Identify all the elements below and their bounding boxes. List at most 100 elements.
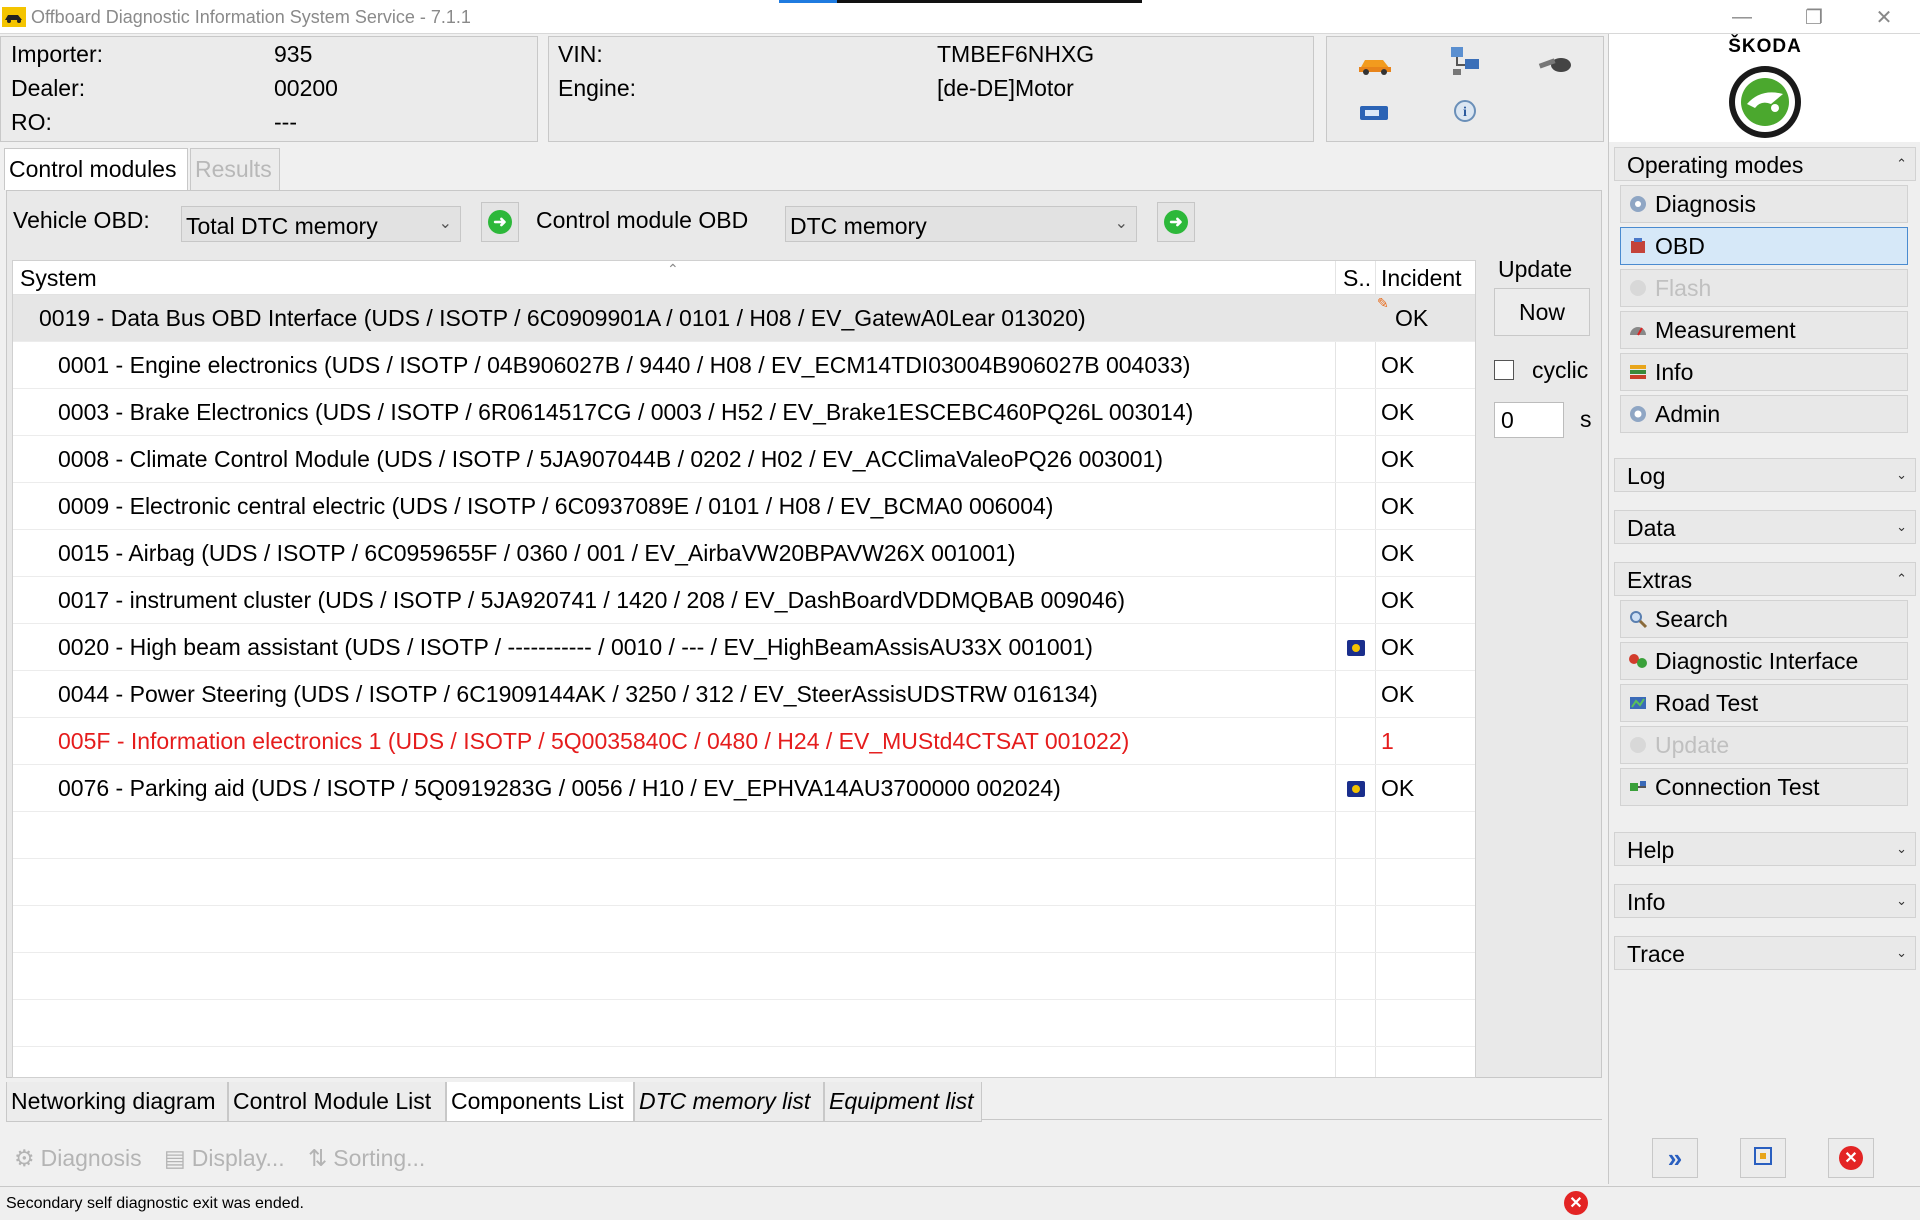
tools-panel: i — [1326, 36, 1604, 142]
module-description: 0019 - Data Bus OBD Interface (UDS / ISO… — [39, 305, 1086, 331]
table-row[interactable] — [13, 906, 1475, 953]
road-test-icon — [1627, 692, 1649, 714]
sort-ascending-icon: ⌃ — [667, 261, 679, 277]
brand-logo-panel: ŠKODA — [1608, 34, 1920, 142]
status-message: Secondary self diagnostic exit was ended… — [6, 1195, 304, 1212]
vehicle-icon[interactable] — [1355, 47, 1395, 83]
table-row[interactable]: 0008 - Climate Control Module (UDS / ISO… — [13, 436, 1475, 483]
table-row[interactable] — [13, 1047, 1475, 1077]
table-row[interactable]: 005F - Information electronics 1 (UDS / … — [13, 718, 1475, 765]
table-row[interactable]: 0003 - Brake Electronics (UDS / ISOTP / … — [13, 389, 1475, 436]
chevron-down-icon: ⌄ — [1114, 215, 1128, 232]
expand-icon: ⌄ — [1896, 519, 1907, 534]
sidebar-item-measurement[interactable]: Measurement — [1620, 311, 1908, 349]
control-module-table: System ⌃ S.. Incident 0019 - Data Bus OB… — [12, 260, 1476, 1078]
update-now-button[interactable]: Now — [1494, 288, 1590, 336]
vehicle-obd-select[interactable]: Total DTC memory ⌄ — [181, 206, 461, 242]
section-operating-modes[interactable]: Operating modes ⌃ — [1614, 147, 1916, 181]
sidebar-item-admin[interactable]: Admin — [1620, 395, 1908, 433]
sorting-action-button[interactable]: ⇅ Sorting... — [308, 1140, 425, 1176]
sidebar-item-diagnostic-interface[interactable]: Diagnostic Interface — [1620, 642, 1908, 680]
skoda-logo-icon — [1727, 64, 1803, 145]
module-obd-select[interactable]: DTC memory ⌄ — [785, 206, 1137, 242]
sidebar-item-label: Diagnostic Interface — [1655, 647, 1859, 674]
sidebar-item-info[interactable]: Info — [1620, 353, 1908, 391]
vehicle-obd-go-button[interactable]: ➜ — [481, 202, 519, 242]
ro-label: RO: — [11, 109, 52, 135]
table-row[interactable]: 0020 - High beam assistant (UDS / ISOTP … — [13, 624, 1475, 671]
minimize-button[interactable]: — — [1714, 0, 1770, 34]
restore-button[interactable]: ❐ — [1786, 0, 1842, 34]
tab-control-modules[interactable]: Control modules — [4, 148, 188, 190]
sidebar-item-label: Connection Test — [1655, 773, 1820, 800]
table-row[interactable]: 0009 - Electronic central electric (UDS … — [13, 483, 1475, 530]
equipment-flag-icon — [1347, 781, 1365, 797]
table-row[interactable]: 0076 - Parking aid (UDS / ISOTP / 5Q0919… — [13, 765, 1475, 812]
incident-value: 1 — [1381, 728, 1394, 754]
interface-icon — [1627, 650, 1649, 672]
table-row[interactable]: 0001 - Engine electronics (UDS / ISOTP /… — [13, 342, 1475, 389]
forward-button[interactable]: » — [1652, 1138, 1698, 1178]
sidebar-item-obd[interactable]: OBD — [1620, 227, 1908, 265]
module-obd-go-button[interactable]: ➜ — [1157, 202, 1195, 242]
books-icon — [1627, 361, 1649, 383]
tab-equipment-list[interactable]: Equipment list — [824, 1082, 982, 1122]
table-row[interactable] — [13, 1000, 1475, 1047]
diagnosis-action-button[interactable]: ⚙ Diagnosis — [14, 1140, 142, 1176]
display-action-button[interactable]: ▤ Display... — [164, 1140, 285, 1176]
sidebar-item-road-test[interactable]: Road Test — [1620, 684, 1908, 722]
sidebar-item-diagnosis[interactable]: Diagnosis — [1620, 185, 1908, 223]
incident-value: OK — [1381, 681, 1415, 707]
section-log[interactable]: Log ⌄ — [1614, 458, 1916, 492]
flash-icon — [1627, 277, 1649, 299]
sidebar-item-connection-test[interactable]: Connection Test — [1620, 768, 1908, 806]
column-status[interactable]: S.. — [1343, 265, 1371, 292]
crop-frame-icon — [1751, 1144, 1775, 1173]
close-window-button[interactable]: ✕ — [1856, 0, 1912, 34]
section-data[interactable]: Data ⌄ — [1614, 510, 1916, 544]
section-info[interactable]: Info ⌄ — [1614, 884, 1916, 918]
usb-adapter-icon[interactable] — [1355, 95, 1395, 131]
sidebar-item-flash[interactable]: Flash — [1620, 269, 1908, 307]
window-progress-fill — [779, 0, 838, 3]
sidebar-item-update[interactable]: Update — [1620, 726, 1908, 764]
interval-input[interactable]: 0 — [1494, 402, 1564, 438]
screenshot-button[interactable] — [1740, 1138, 1786, 1178]
info-icon[interactable]: i — [1445, 93, 1485, 129]
pencil-icon: ✎ — [1377, 295, 1389, 311]
tab-components-list[interactable]: Components List — [446, 1082, 634, 1122]
key-icon[interactable] — [1535, 47, 1575, 83]
table-row[interactable]: 0044 - Power Steering (UDS / ISOTP / 6C1… — [13, 671, 1475, 718]
module-description: 0008 - Climate Control Module (UDS / ISO… — [58, 446, 1163, 472]
tab-control-module-list[interactable]: Control Module List — [228, 1082, 446, 1122]
table-row[interactable]: 0019 - Data Bus OBD Interface (UDS / ISO… — [13, 295, 1475, 342]
table-row[interactable] — [13, 953, 1475, 1000]
incident-value: OK — [1381, 587, 1415, 613]
column-incident[interactable]: Incident — [1381, 265, 1462, 292]
incident-value: OK — [1381, 446, 1415, 472]
vin-label: VIN: — [558, 41, 603, 67]
table-row[interactable]: 0015 - Airbag (UDS / ISOTP / 6C0959655F … — [13, 530, 1475, 577]
tab-networking-diagram[interactable]: Networking diagram — [6, 1082, 228, 1122]
gear-icon — [1627, 403, 1649, 425]
table-header: System ⌃ S.. Incident — [13, 261, 1475, 295]
table-row[interactable] — [13, 812, 1475, 859]
status-error-icon[interactable]: ✕ — [1564, 1191, 1588, 1215]
module-description: 005F - Information electronics 1 (UDS / … — [58, 728, 1130, 754]
network-computer-icon[interactable] — [1445, 43, 1485, 79]
module-description: 0003 - Brake Electronics (UDS / ISOTP / … — [58, 399, 1194, 425]
table-row[interactable]: 0017 - instrument cluster (UDS / ISOTP /… — [13, 577, 1475, 624]
incident-value: OK — [1381, 493, 1415, 519]
section-extras[interactable]: Extras ⌃ — [1614, 562, 1916, 596]
sidebar-item-search[interactable]: Search — [1620, 600, 1908, 638]
section-trace[interactable]: Trace ⌄ — [1614, 936, 1916, 970]
table-row[interactable] — [13, 859, 1475, 906]
sorting-action-label: Sorting... — [333, 1144, 426, 1171]
column-system[interactable]: System — [20, 265, 97, 292]
tab-dtc-memory-list[interactable]: DTC memory list — [634, 1082, 824, 1122]
tab-results[interactable]: Results — [190, 148, 280, 190]
exit-button[interactable]: ✕ — [1828, 1138, 1874, 1178]
cyclic-checkbox[interactable] — [1494, 360, 1514, 380]
section-help[interactable]: Help ⌄ — [1614, 832, 1916, 866]
module-description: 0009 - Electronic central electric (UDS … — [58, 493, 1054, 519]
